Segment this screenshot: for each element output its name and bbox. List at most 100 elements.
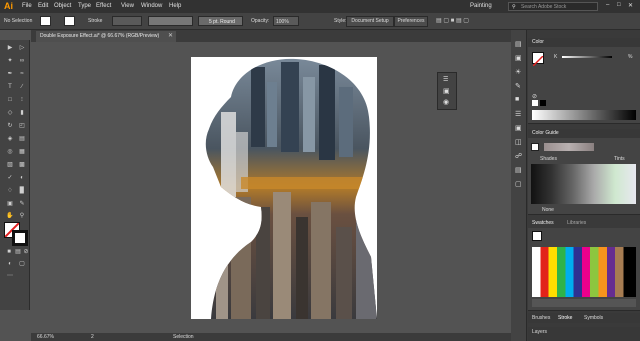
color-guide-grid[interactable] xyxy=(531,164,636,204)
line-tool-icon[interactable]: ∕ xyxy=(18,83,26,91)
curvature-tool-icon[interactable]: ≈ xyxy=(18,70,26,78)
menu-type[interactable]: Type xyxy=(78,3,91,9)
preferences-button[interactable]: Preferences xyxy=(394,16,428,27)
lasso-icon[interactable]: ∞ xyxy=(18,57,26,65)
menu-file[interactable]: File xyxy=(22,3,32,9)
opacity-label: Opacity: xyxy=(251,18,270,24)
opacity-field[interactable]: 100% xyxy=(273,16,299,26)
color-guide-header[interactable]: Color Guide xyxy=(528,129,640,138)
magic-wand-icon[interactable]: ✦ xyxy=(6,57,14,65)
transparency-icon[interactable]: ▣ xyxy=(443,87,450,95)
mesh-tool-icon[interactable]: ▧ xyxy=(6,161,14,169)
zoom-level[interactable]: 66.67% xyxy=(37,333,54,341)
layers-title[interactable]: Layers xyxy=(532,329,547,335)
tab-brushes[interactable]: Brushes xyxy=(532,313,550,323)
align-icons[interactable]: ▤ ▢ ■ ▤ ▢ xyxy=(436,17,469,24)
selection-tool-icon[interactable]: ▶ xyxy=(6,44,14,52)
artboard-tool-icon[interactable]: ▣ xyxy=(6,200,14,208)
align-icon[interactable]: ☰ xyxy=(515,110,521,118)
rotate-tool-icon[interactable]: ↻ xyxy=(6,122,14,130)
page-number[interactable]: 2 xyxy=(91,333,94,341)
menu-object[interactable]: Object xyxy=(54,3,71,9)
graphic-styles-icon[interactable]: ■ xyxy=(515,96,519,103)
stroke-swatch[interactable] xyxy=(64,16,75,26)
pen-tool-icon[interactable]: ✒ xyxy=(6,70,14,78)
layers-icon[interactable]: ▤ xyxy=(515,166,522,174)
gradient-mode-icon[interactable]: ▤ xyxy=(14,248,22,256)
brush-icon[interactable]: ✎ xyxy=(515,82,521,90)
white-swatch[interactable] xyxy=(532,100,538,106)
menu-view[interactable]: View xyxy=(121,3,134,9)
harmony-rules[interactable] xyxy=(544,143,594,151)
links-icon[interactable]: ☍ xyxy=(515,152,522,160)
sun-icon[interactable]: ☀ xyxy=(515,68,521,76)
k-slider[interactable] xyxy=(562,56,612,58)
libraries-icon[interactable]: ▣ xyxy=(515,54,522,62)
variable-width-profile[interactable] xyxy=(148,16,193,26)
appearance-icon[interactable]: ◉ xyxy=(443,98,449,106)
color-panel-header[interactable]: Color xyxy=(528,38,640,47)
swatches-fill[interactable] xyxy=(532,231,542,241)
fill-swatch[interactable] xyxy=(40,16,51,26)
tab-close-icon[interactable]: ✕ xyxy=(168,32,173,39)
tab-swatches[interactable]: Swatches xyxy=(532,220,554,226)
stock-search-input[interactable]: ⚲ Search Adobe Stock xyxy=(508,2,598,11)
panel-menu-icon[interactable]: ☰ xyxy=(443,76,448,83)
edit-toolbar-icon[interactable]: ⋯ xyxy=(6,272,14,280)
graph-tool-icon[interactable]: ▉ xyxy=(18,187,26,195)
control-bar: No Selection Stroke 5 pt. Round Opacity:… xyxy=(0,13,640,30)
maximize-icon[interactable]: □ xyxy=(617,2,621,8)
zoom-tool-icon[interactable]: ⚲ xyxy=(18,212,26,220)
eraser-tool-icon[interactable]: ▮ xyxy=(18,109,26,117)
none-mode-icon[interactable]: ⊘ xyxy=(22,248,30,256)
workspace-switcher[interactable]: Painting xyxy=(470,3,492,9)
perspective-grid-icon[interactable]: ▦ xyxy=(18,148,26,156)
minimize-icon[interactable]: – xyxy=(606,2,609,8)
hand-tool-icon[interactable]: ✋ xyxy=(6,212,14,220)
properties-icon[interactable]: ▤ xyxy=(515,40,522,48)
stroke-color-box[interactable] xyxy=(12,230,28,246)
swatches-footer xyxy=(532,299,636,307)
menu-help[interactable]: Help xyxy=(169,3,181,9)
black-swatch[interactable] xyxy=(540,100,546,106)
color-spectrum[interactable] xyxy=(532,110,636,120)
stroke-weight-field[interactable] xyxy=(112,16,142,26)
direct-selection-tool-icon[interactable]: ▷ xyxy=(18,44,26,52)
document-tab[interactable]: Double Exposure Effect.ai* @ 66.67% (RGB… xyxy=(36,31,176,42)
blend-tool-icon[interactable]: ◐ xyxy=(18,174,26,182)
screen-mode-icon[interactable]: ▢ xyxy=(18,260,26,268)
transform-icon[interactable]: ▣ xyxy=(515,124,522,132)
bottom-panel-tabs: Brushes Stroke Symbols xyxy=(528,313,640,323)
document-setup-button[interactable]: Document Setup xyxy=(346,16,394,27)
symbol-sprayer-icon[interactable]: ♢ xyxy=(6,187,14,195)
gradient-tool-icon[interactable]: ▩ xyxy=(18,161,26,169)
swatch-grid[interactable] xyxy=(532,247,636,297)
scale-tool-icon[interactable]: ◰ xyxy=(18,122,26,130)
tab-symbols[interactable]: Symbols xyxy=(584,313,603,323)
paintbrush-tool-icon[interactable]: ⁝ xyxy=(18,96,26,104)
menu-effect[interactable]: Effect xyxy=(96,3,111,9)
eyedropper-icon[interactable]: ✓ xyxy=(6,174,14,182)
tab-libraries[interactable]: Libraries xyxy=(567,220,586,226)
artboards-icon[interactable]: ▢ xyxy=(515,180,522,188)
draw-mode-icon[interactable]: ◐ xyxy=(6,260,14,268)
slice-tool-icon[interactable]: ✎ xyxy=(18,200,26,208)
shaper-tool-icon[interactable]: ◇ xyxy=(6,109,14,117)
close-icon[interactable]: ✕ xyxy=(628,2,633,9)
shape-builder-icon[interactable]: ◎ xyxy=(6,148,14,156)
width-tool-icon[interactable]: ◈ xyxy=(6,135,14,143)
menu-window[interactable]: Window xyxy=(141,3,162,9)
brush-definition[interactable]: 5 pt. Round xyxy=(198,16,243,26)
artboard[interactable] xyxy=(191,57,377,319)
pathfinder-icon[interactable]: ◫ xyxy=(515,138,522,146)
type-tool-icon[interactable]: T xyxy=(6,83,14,91)
menu-edit[interactable]: Edit xyxy=(38,3,48,9)
free-transform-icon[interactable]: ▤ xyxy=(18,135,26,143)
tab-stroke[interactable]: Stroke xyxy=(558,313,572,323)
color-panel-fill[interactable] xyxy=(532,52,544,67)
color-mode-icon[interactable]: ■ xyxy=(5,248,13,256)
none-swatch-icon[interactable]: ⊘ xyxy=(532,93,537,100)
document-tab-title: Double Exposure Effect.ai* @ 66.67% (RGB… xyxy=(40,33,160,39)
base-color-swatch[interactable] xyxy=(531,143,539,151)
rectangle-tool-icon[interactable]: □ xyxy=(6,96,14,104)
